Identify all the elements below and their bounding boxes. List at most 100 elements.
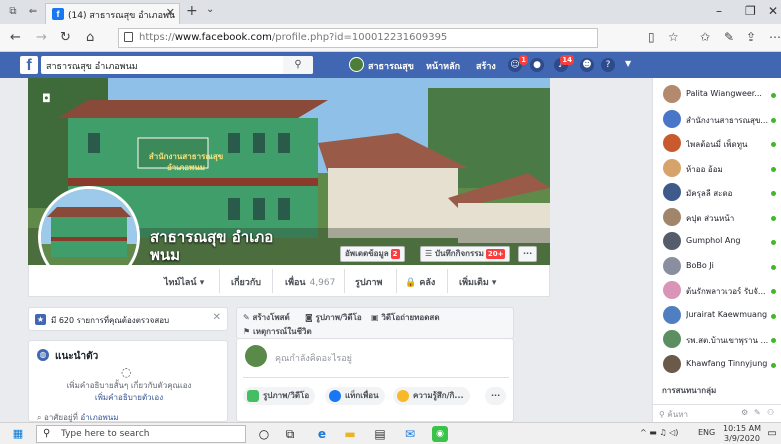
- line-app-icon[interactable]: ◉: [432, 426, 448, 442]
- close-window-icon[interactable]: ✕: [768, 4, 778, 18]
- cover-more-button[interactable]: ···: [518, 246, 538, 262]
- tab-timeline[interactable]: ไทม์ไลน์ ▾: [164, 275, 204, 289]
- windows-start-icon[interactable]: ▦: [10, 426, 26, 442]
- composer-more-chip[interactable]: ···: [485, 387, 507, 405]
- new-tab-icon[interactable]: +: [186, 3, 198, 19]
- taskbar-search-input[interactable]: ⚲ Type here to search: [36, 425, 246, 443]
- live-video-tab[interactable]: ▣ วิดีโอถ่ายทอดสด: [371, 311, 440, 324]
- avatar: [663, 354, 681, 373]
- store-icon[interactable]: ▤: [372, 426, 388, 442]
- chat-contact[interactable]: ห้าออ อ้อม: [653, 157, 781, 181]
- photo-video-chip[interactable]: รูปภาพ/วิดีโอ: [243, 387, 316, 405]
- avatar[interactable]: [349, 57, 364, 72]
- notes-icon[interactable]: ✎: [724, 30, 734, 44]
- messenger-icon[interactable]: ●: [530, 58, 544, 72]
- chat-contact[interactable]: ไพลต้อนมี่ เพ็ดทูน: [653, 132, 781, 156]
- avatar: [663, 158, 681, 177]
- photo-video-tab[interactable]: ◙ รูปภาพ/วิดีโอ: [305, 311, 362, 324]
- chat-contact-name: Palita Wiangweer...: [686, 89, 762, 98]
- help-icon[interactable]: ?: [601, 58, 615, 72]
- create-post-tab[interactable]: ✎ สร้างโพสต์: [243, 311, 290, 324]
- refresh-icon[interactable]: ↻: [60, 30, 71, 46]
- online-status-icon: [771, 264, 776, 270]
- chat-contact[interactable]: คปุต ส่วนหน้า: [653, 206, 781, 230]
- tab-friends[interactable]: เพื่อน 4,967: [285, 275, 335, 289]
- chat-contact-name: ต้นรักพลาวเวอร์ รับจั...: [686, 287, 766, 296]
- reading-view-icon[interactable]: ▯: [648, 30, 655, 44]
- tab-title: (14) สาธารณสุข อำเภอพน: [68, 11, 176, 21]
- tab-archive[interactable]: 🔒 คลัง: [405, 275, 435, 289]
- camera-icon[interactable]: ◘: [42, 92, 51, 105]
- chat-settings-icon[interactable]: ⚙: [741, 408, 748, 417]
- action-center-icon[interactable]: ▭: [764, 426, 780, 442]
- tag-friends-chip[interactable]: แท็กเพื่อน: [325, 387, 385, 405]
- share-icon[interactable]: ⇪: [746, 30, 756, 44]
- language-indicator[interactable]: ENG: [698, 428, 715, 437]
- more-icon[interactable]: ⋯: [769, 30, 781, 44]
- favorite-star-icon[interactable]: ☆: [668, 30, 679, 44]
- windows-taskbar: ▦ ⚲ Type here to search ○ ⧉ e ▬ ▤ ✉ ◉ ^ …: [0, 422, 781, 444]
- nav-create[interactable]: สร้าง: [476, 59, 496, 73]
- browser-tab[interactable]: f (14) สาธารณสุข อำเภอพน ✕: [45, 3, 180, 24]
- dismiss-icon[interactable]: ✕: [213, 312, 221, 323]
- friend-requests-icon[interactable]: ☺ 1: [508, 55, 528, 72]
- restore-icon[interactable]: ❐: [745, 4, 756, 18]
- cortana-icon[interactable]: ○: [256, 426, 272, 442]
- nav-profile-name[interactable]: สาธารณสุข: [368, 59, 414, 73]
- facebook-logo-icon[interactable]: f: [20, 56, 38, 74]
- pending-review-card[interactable]: ★ มี 620 รายการที่คุณต้องตรวจสอบ ✕: [28, 307, 228, 331]
- chat-contact[interactable]: Gumphol Ang: [653, 230, 781, 254]
- tab-more[interactable]: เพิ่มเติม ▾: [459, 275, 496, 289]
- file-explorer-icon[interactable]: ▬: [342, 426, 358, 442]
- composer-input[interactable]: คุณกำลังคิดอะไรอยู่: [275, 351, 352, 365]
- tab-actions-icon[interactable]: ⧉: [6, 5, 20, 19]
- tray-icons[interactable]: ^ ▬ ♫ ◁): [640, 428, 678, 437]
- notifications-icon[interactable]: ♪ 14: [554, 55, 574, 72]
- chat-contact[interactable]: Jurairat Kaewmuang: [653, 304, 781, 328]
- url-text: https://www.facebook.com/profile.php?id=…: [139, 32, 448, 43]
- search-icon: ⚲: [43, 428, 51, 439]
- mail-icon[interactable]: ✉: [402, 426, 418, 442]
- chat-contact[interactable]: สำนักงานสาธารณสุข...: [653, 108, 781, 132]
- forward-icon[interactable]: →: [36, 30, 47, 46]
- tab-aside-icon[interactable]: ⇐: [26, 5, 40, 19]
- back-icon[interactable]: ←: [10, 30, 21, 46]
- quick-help-icon[interactable]: ☻: [580, 58, 594, 72]
- task-view-icon[interactable]: ⧉: [282, 426, 298, 442]
- account-menu-chevron-icon[interactable]: ▼: [625, 59, 631, 68]
- update-info-button[interactable]: อัพเดตข้อมูล 2: [340, 246, 405, 262]
- minimize-icon[interactable]: –: [716, 4, 722, 18]
- clock[interactable]: 10:15 AM 3/9/2020: [722, 424, 762, 444]
- chat-contact-name: BoBo Ji: [686, 260, 714, 270]
- life-event-tab[interactable]: ⚑ เหตุการณ์ในชีวิต: [243, 325, 312, 338]
- chat-contact-name: คปุต ส่วนหน้า: [686, 213, 735, 223]
- browser-toolbar: ← → ↻ ⌂ https://www.facebook.com/profile…: [0, 24, 781, 52]
- chat-contact-name: ไพลต้อนมี่ เพ็ดทูน: [686, 140, 748, 149]
- nav-home[interactable]: หน้าหลัก: [426, 59, 460, 73]
- chat-contact[interactable]: Khawfang Tinnyjung: [653, 353, 781, 377]
- chat-contact[interactable]: ต้นรักพลาวเวอร์ รับจั...: [653, 279, 781, 303]
- activity-log-button[interactable]: ☰ บันทึกกิจกรรม 20+: [420, 246, 511, 262]
- composer-avatar: [245, 345, 267, 367]
- favorites-icon[interactable]: ✩: [700, 30, 710, 44]
- chat-contact[interactable]: มัครุลลี สะดอ: [653, 181, 781, 205]
- tab-list-chevron-icon[interactable]: ⌄: [206, 4, 214, 15]
- chat-sidebar: Palita Wiangweer... สำนักงานสาธารณสุข... ไ…: [652, 78, 781, 422]
- new-group-icon[interactable]: ⚇: [767, 408, 774, 417]
- edge-browser-icon[interactable]: e: [314, 426, 330, 442]
- search-icon[interactable]: ⚲: [283, 56, 313, 74]
- chat-contact[interactable]: BoBo Ji: [653, 255, 781, 279]
- close-tab-icon[interactable]: ✕: [166, 6, 175, 19]
- chat-contact[interactable]: Palita Wiangweer...: [653, 83, 781, 107]
- chat-search-input[interactable]: ⚲ ค้นหา ⚙ ✎ ⚇: [653, 404, 781, 422]
- tab-about[interactable]: เกี่ยวกับ: [231, 275, 261, 289]
- feeling-chip[interactable]: ความรู้สึก/กิ...: [393, 387, 470, 405]
- address-bar[interactable]: https://www.facebook.com/profile.php?id=…: [118, 28, 598, 48]
- chat-contact[interactable]: รพ.สต.บ้านเขาพุราน ...: [653, 328, 781, 352]
- tab-photos[interactable]: รูปภาพ: [355, 275, 382, 289]
- facebook-search-input[interactable]: สาธารณสุข อำเภอพนม ⚲: [41, 56, 313, 74]
- online-status-icon: [771, 313, 776, 319]
- add-bio-link[interactable]: เพิ่มคำอธิบายตัวเอง: [29, 391, 229, 404]
- new-message-icon[interactable]: ✎: [754, 408, 761, 417]
- home-icon[interactable]: ⌂: [86, 30, 94, 46]
